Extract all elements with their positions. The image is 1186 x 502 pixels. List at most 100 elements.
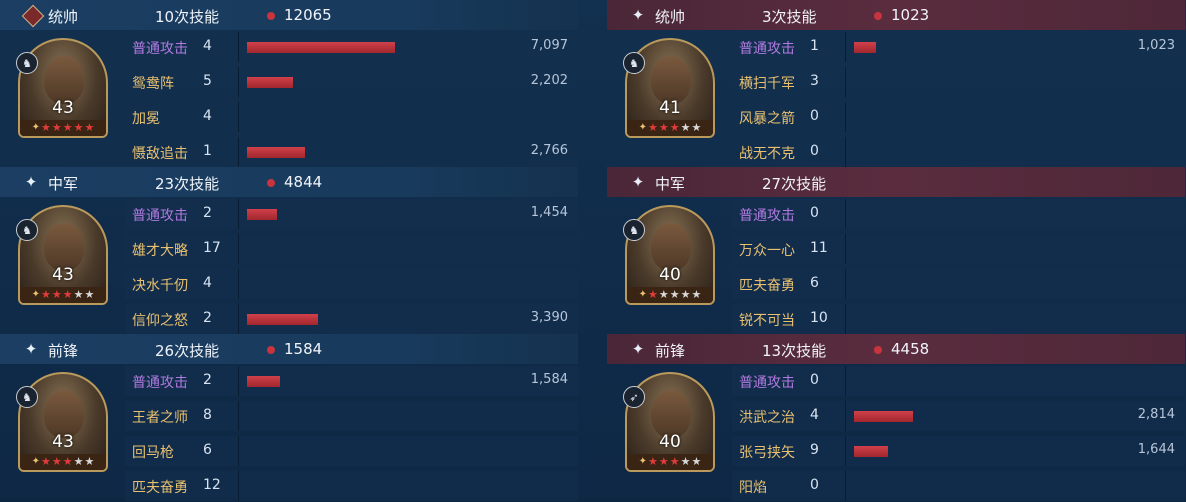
star-empty-icon: ★	[84, 288, 95, 301]
skill-row[interactable]: 信仰之怒 2 3,390	[125, 302, 578, 335]
column-divider	[845, 102, 846, 132]
skill-name: 横扫千军	[739, 76, 795, 92]
star-filled-icon: ★	[51, 121, 62, 134]
column-divider	[238, 32, 239, 62]
skill-row[interactable]: 张弓挟矢 9 1,644	[732, 434, 1185, 467]
skill-row[interactable]: 王者之师 8	[125, 399, 578, 432]
skill-trigger-count: 2	[203, 372, 212, 388]
skill-trigger-count: 4	[203, 275, 212, 291]
star-rating: ✦ ★ ★ ★ ★ ★	[627, 287, 713, 303]
skill-trigger-count: 2	[203, 310, 212, 326]
role-label: 中军	[48, 175, 79, 193]
column-divider	[845, 304, 846, 334]
damage-dot-icon	[874, 12, 882, 20]
cavalry-icon: ♞	[16, 386, 38, 408]
star-filled-icon: ★	[669, 121, 680, 134]
skill-name: 阳焰	[739, 480, 767, 496]
skill-row[interactable]: 普通攻击 2 1,584	[125, 364, 578, 397]
skill-row[interactable]: 锐不可当 10	[732, 302, 1185, 335]
skill-name: 战无不克	[739, 146, 795, 162]
skill-damage-value: 1,454	[530, 205, 568, 220]
general-section: ✦ 中军 23次技能 4844 43 ✦ ★ ★ ★ ★ ★ ♞ 普通攻击 2 1,454 雄才…	[0, 167, 578, 334]
skill-row[interactable]: 普通攻击 2 1,454	[125, 197, 578, 230]
skill-name: 普通攻击	[739, 375, 795, 391]
skill-count: 13次技能	[762, 342, 827, 360]
skill-count: 3次技能	[762, 8, 817, 26]
total-damage: 12065	[284, 6, 332, 24]
skill-row-background	[732, 137, 1185, 167]
star-filled-icon: ★	[669, 455, 680, 468]
sparkle-icon: ✦	[631, 340, 645, 358]
star-filled-icon: ★	[658, 121, 669, 134]
skill-row[interactable]: 慑敌追击 1 2,766	[125, 135, 578, 168]
star-filled-icon: ★	[41, 455, 51, 468]
skill-trigger-count: 3	[810, 73, 819, 89]
diamond-general-icon	[21, 4, 45, 28]
skill-row[interactable]: 普通攻击 4 7,097	[125, 30, 578, 63]
skill-trigger-count: 4	[203, 38, 212, 54]
skill-name: 普通攻击	[739, 208, 795, 224]
star-empty-icon: ★	[680, 121, 691, 134]
skill-name: 普通攻击	[132, 208, 188, 224]
skill-row[interactable]: 匹夫奋勇 12	[125, 469, 578, 502]
skill-row[interactable]: 普通攻击 0	[732, 364, 1185, 397]
skill-count: 23次技能	[155, 175, 220, 193]
skill-trigger-count: 17	[203, 240, 221, 256]
general-face	[651, 223, 691, 271]
general-section: ✦ 中军 27次技能 40 ✦ ★ ★ ★ ★ ★ ♞ 普通攻击 0 万众一心 11 匹夫奋勇 6 锐…	[607, 167, 1185, 334]
skill-trigger-count: 6	[810, 275, 819, 291]
skill-row[interactable]: 风暴之箭 0	[732, 100, 1185, 133]
skill-row[interactable]: 加冕 4	[125, 100, 578, 133]
skill-name: 决水千仞	[132, 278, 188, 294]
star-rating: ✦ ★ ★ ★ ★ ★	[20, 454, 106, 470]
skill-row[interactable]: 阳焰 0	[732, 469, 1185, 502]
column-divider	[845, 234, 846, 264]
general-face	[651, 56, 691, 104]
skill-row-background	[125, 67, 578, 97]
total-damage: 4458	[891, 340, 930, 358]
skill-row[interactable]: 横扫千军 3	[732, 65, 1185, 98]
star-empty-icon: ★	[73, 455, 84, 468]
sparkle-icon: ✦	[24, 340, 38, 358]
skill-row[interactable]: 决水千仞 4	[125, 267, 578, 300]
column-divider	[845, 32, 846, 62]
skill-trigger-count: 11	[810, 240, 828, 256]
rank-mark-icon: ✦	[638, 122, 647, 133]
general-body: 40 ✦ ★ ★ ★ ★ ★ ♞ 普通攻击 0 万众一心 11 匹夫奋勇 6 锐不可当 10	[607, 197, 1185, 334]
skill-row[interactable]: 鸳鸯阵 5 2,202	[125, 65, 578, 98]
column-divider	[845, 269, 846, 299]
star-filled-icon: ★	[62, 288, 73, 301]
skill-trigger-count: 4	[203, 108, 212, 124]
skill-row-background	[125, 234, 578, 264]
star-filled-icon: ★	[41, 121, 51, 134]
general-section: ✦ 前锋 26次技能 1584 43 ✦ ★ ★ ★ ★ ★ ♞ 普通攻击 2 1,584 王者…	[0, 334, 578, 501]
skill-row[interactable]: 洪武之治 4 2,814	[732, 399, 1185, 432]
skill-row[interactable]: 普通攻击 0	[732, 197, 1185, 230]
skill-row[interactable]: 回马枪 6	[125, 434, 578, 467]
skill-trigger-count: 6	[203, 442, 212, 458]
star-filled-icon: ★	[51, 288, 62, 301]
column-divider	[238, 102, 239, 132]
cavalry-icon: ♞	[16, 219, 38, 241]
skill-row[interactable]: 匹夫奋勇 6	[732, 267, 1185, 300]
skill-name: 鸳鸯阵	[132, 76, 174, 92]
skill-row[interactable]: 雄才大略 17	[125, 232, 578, 265]
damage-dot-icon	[874, 346, 882, 354]
role-label: 前锋	[48, 342, 79, 360]
role-label: 中军	[655, 175, 686, 193]
skill-damage-value: 1,584	[530, 372, 568, 387]
skill-row-background	[732, 471, 1185, 501]
damage-bar	[854, 411, 913, 422]
skill-row[interactable]: 战无不克 0	[732, 135, 1185, 168]
column-divider	[845, 436, 846, 466]
general-header: ✦ 中军 23次技能 4844	[0, 167, 578, 197]
skill-row-background	[125, 366, 578, 396]
skill-row[interactable]: 普通攻击 1 1,023	[732, 30, 1185, 63]
skill-count: 26次技能	[155, 342, 220, 360]
skill-row[interactable]: 万众一心 11	[732, 232, 1185, 265]
cavalry-icon: ♞	[623, 219, 645, 241]
star-filled-icon: ★	[648, 288, 658, 301]
star-filled-icon: ★	[658, 455, 669, 468]
rank-mark-icon: ✦	[638, 289, 647, 300]
skill-name: 信仰之怒	[132, 313, 188, 329]
